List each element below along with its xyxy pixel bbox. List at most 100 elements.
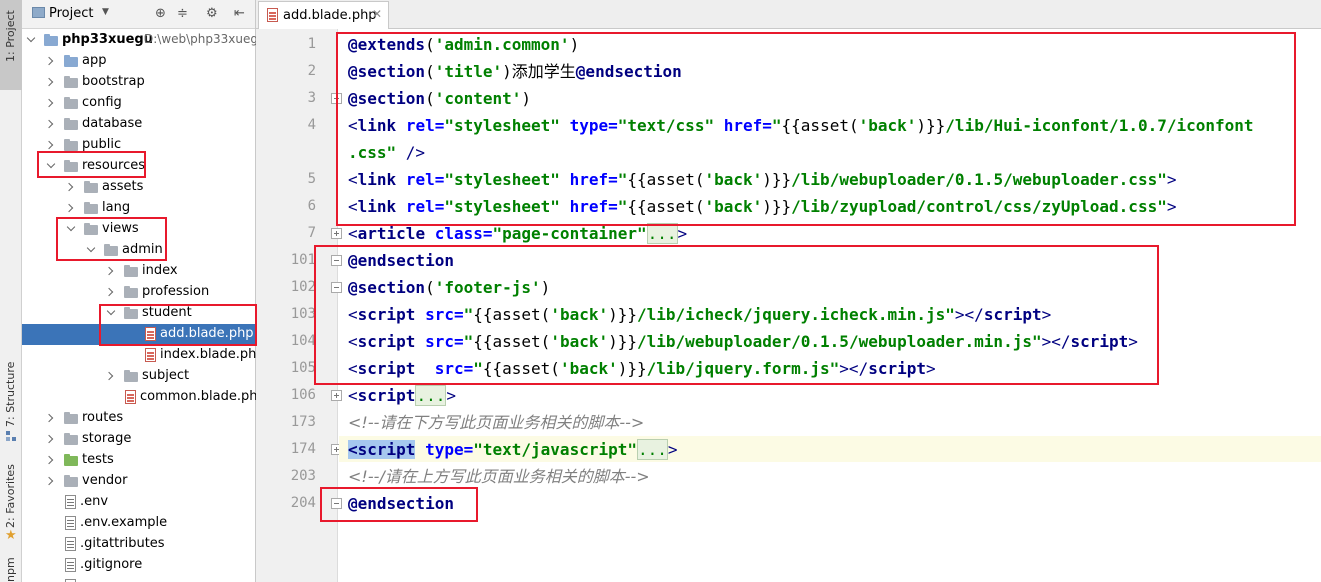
code-token: /> [405, 143, 426, 162]
chevron-down-icon[interactable] [106, 308, 116, 318]
line-number-gutter: 1 2 3 4 5 6 7 101 102 103 104 105 106 173 174 203 204 [256, 29, 342, 582]
code-token: > [1128, 332, 1138, 351]
code-line: @endsection [348, 247, 454, 274]
tree-file-item[interactable]: index.blade.php [22, 345, 265, 366]
chevron-down-icon[interactable] [66, 224, 76, 234]
chevron-right-icon[interactable] [46, 434, 56, 444]
tree-item-label: .gitignore [80, 557, 143, 572]
tree-folder-item[interactable]: database [22, 114, 256, 135]
tree-folder-item[interactable]: public [22, 135, 256, 156]
tree-folder-item[interactable]: vendor [22, 471, 256, 492]
chevron-right-icon[interactable] [46, 413, 56, 423]
project-tool-tab[interactable]: 1: Project [0, 0, 22, 90]
locate-file-icon[interactable]: ⊕ [155, 6, 166, 21]
tree-file-item[interactable]: .gitattributes [22, 534, 256, 555]
code-token: )}} [916, 116, 946, 135]
chevron-right-icon[interactable] [46, 455, 56, 465]
chevron-right-icon[interactable] [106, 371, 116, 381]
folded-code-placeholder[interactable]: ... [637, 439, 668, 460]
chevron-right-icon[interactable] [66, 203, 76, 213]
tree-folder-item[interactable]: php33xuegu D:\web\php33xuegu [22, 30, 266, 51]
tree-folder-item[interactable]: admin [22, 240, 256, 261]
tree-folder-item[interactable]: app [22, 51, 256, 72]
code-token: "stylesheet" [444, 197, 570, 216]
close-icon[interactable]: ✕ [372, 7, 382, 21]
tree-folder-item[interactable]: profession [22, 282, 256, 303]
chevron-down-icon[interactable] [26, 35, 36, 45]
npm-tool-tab[interactable]: npm [0, 557, 22, 582]
editor-tab-add-blade[interactable]: add.blade.php ✕ [258, 1, 389, 29]
code-token: rel= [405, 197, 445, 216]
blade-file-icon [267, 8, 278, 22]
tree-folder-item[interactable]: bootstrap [22, 72, 256, 93]
tree-folder-item[interactable]: tests [22, 450, 256, 471]
code-token: > [446, 386, 456, 405]
code-token: )}} [617, 359, 647, 378]
tree-folder-item[interactable]: views [22, 219, 256, 240]
code-token: rel= [405, 170, 445, 189]
tree-folder-item[interactable]: config [22, 93, 256, 114]
code-token: article [357, 224, 435, 243]
tree-item-label: lang [102, 200, 131, 215]
tree-folder-item[interactable]: lang [22, 198, 256, 219]
tree-item-label: add.blade.php [160, 326, 254, 341]
tree-file-item[interactable]: .env.example [22, 513, 256, 534]
chevron-right-icon[interactable] [106, 266, 116, 276]
line-number: 2 [307, 63, 316, 79]
favorites-tool-tab[interactable]: 2: Favorites [0, 460, 22, 560]
tree-folder-item[interactable]: storage [22, 429, 256, 450]
chevron-right-icon[interactable] [46, 98, 56, 108]
tree-file-item[interactable]: .gitignore [22, 555, 256, 576]
tree-file-item[interactable]: .env [22, 492, 256, 513]
project-view-selector[interactable]: Project [32, 6, 93, 21]
folder-icon [84, 181, 98, 193]
hide-panel-icon[interactable]: ⇤ [234, 6, 245, 21]
code-token: " [463, 332, 474, 351]
folder-icon [64, 433, 78, 445]
chevron-right-icon[interactable] [46, 140, 56, 150]
code-line: @section('title')添加学生@endsection [348, 58, 682, 85]
tree-folder-item[interactable]: resources [22, 156, 256, 177]
chevron-right-icon[interactable] [46, 119, 56, 129]
chevron-down-icon[interactable]: ▼ [102, 7, 109, 17]
tree-item-label: php33xuegu [62, 32, 153, 47]
chevron-right-icon[interactable] [106, 287, 116, 297]
code-area[interactable]: @extends('admin.common') @section('title'… [339, 29, 1321, 582]
line-number: 203 [290, 468, 316, 484]
code-token: <!--请在下方写此页面业务相关的脚本--> [348, 413, 645, 432]
code-token: /lib/icheck/jquery.icheck.min.js" [637, 305, 955, 324]
code-line: <script src="{{asset('back')}}/lib/webup… [348, 328, 1138, 355]
folded-code-placeholder[interactable]: ... [415, 385, 447, 406]
code-token: 'back' [559, 359, 618, 378]
code-token: script [868, 359, 926, 378]
chevron-down-icon[interactable] [46, 161, 56, 171]
code-token: type= [569, 116, 618, 135]
collapse-all-icon[interactable]: ≑ [177, 6, 188, 21]
line-number: 102 [290, 279, 316, 295]
code-token: <script [348, 440, 416, 459]
tree-item-label: config [82, 95, 122, 110]
tree-file-item[interactable]: common.blade.php [22, 387, 266, 408]
tree-folder-item[interactable]: student [22, 303, 256, 324]
code-token: href= [569, 197, 618, 216]
line-number: 3 [307, 90, 316, 106]
code-token: /lib/Hui-iconfont/1.0.7/iconfont [945, 116, 1254, 135]
folder-icon [64, 118, 78, 130]
line-number: 105 [290, 360, 316, 376]
folded-code-placeholder[interactable]: ... [646, 223, 678, 244]
tree-folder-item[interactable]: subject [22, 366, 256, 387]
chevron-right-icon[interactable] [66, 182, 76, 192]
gear-icon[interactable]: ⚙ [206, 6, 218, 21]
chevron-right-icon[interactable] [46, 56, 56, 66]
module-folder-icon [44, 34, 58, 46]
tree-folder-item[interactable]: assets [22, 177, 256, 198]
chevron-right-icon[interactable] [46, 476, 56, 486]
tree-folder-item[interactable]: routes [22, 408, 256, 429]
chevron-down-icon[interactable] [86, 245, 96, 255]
tree-file-item[interactable] [22, 576, 256, 582]
code-token: > [1166, 197, 1177, 216]
tree-folder-item[interactable]: index [22, 261, 256, 282]
tree-file-item[interactable]: add.blade.php [22, 324, 256, 345]
code-token: " [473, 359, 483, 378]
chevron-right-icon[interactable] [46, 77, 56, 87]
